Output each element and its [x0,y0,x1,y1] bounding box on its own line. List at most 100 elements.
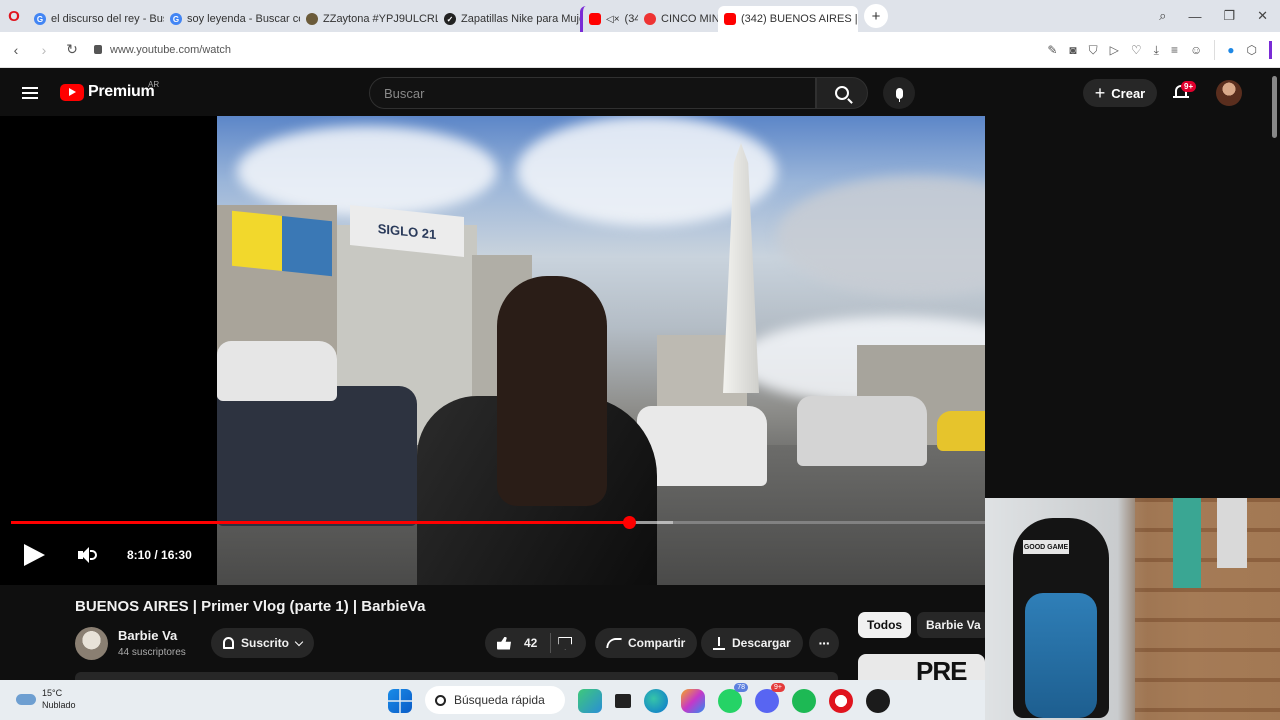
profile-icon[interactable]: ☺ [1190,43,1202,57]
copilot-icon[interactable] [681,689,705,713]
play-icon[interactable] [24,544,45,566]
browser-tab[interactable]: G el discurso del rey - Busca [28,6,164,32]
opera-icon[interactable] [829,689,853,713]
search-input[interactable] [370,78,815,108]
cloud-shape [237,126,497,216]
chevron-down-icon [294,637,304,646]
car-shape [797,396,927,466]
weather-widget[interactable]: 15°C Nublado [16,687,76,711]
plus-icon: + [1094,83,1106,103]
game-icon [306,13,318,25]
channel-name[interactable]: Barbie Va [118,628,177,643]
progress-fill [11,521,629,524]
billboard-image [232,210,332,277]
player-icon[interactable]: ▷ [1110,43,1119,57]
whatsapp-icon[interactable]: 78 [718,683,748,713]
hamburger-menu-icon[interactable] [22,87,38,99]
description-box[interactable] [75,672,838,680]
search-button[interactable] [816,77,868,109]
cloud-shape [777,176,985,296]
windows-start-icon[interactable] [388,689,412,713]
taskbar-search[interactable]: Búsqueda rápida [425,686,565,714]
sync-icon[interactable]: ● [1227,43,1234,57]
download-button[interactable]: Descargar [701,628,803,658]
minimize-icon[interactable]: — [1188,9,1201,24]
video-player[interactable]: SIGLO 21 8:10 / 16:30 [0,116,985,585]
recommended-video-thumbnail[interactable]: PRE [858,654,985,680]
close-icon[interactable]: ✕ [1257,8,1268,24]
share-button[interactable]: Compartir [595,628,698,658]
camera-icon[interactable]: ◙ [1069,43,1076,57]
browser-tab-pinned[interactable]: ◁× (342) [580,6,638,32]
notifications-badge: 9+ [1181,81,1197,92]
download-icon [713,636,725,650]
nike-icon: ✓ [444,13,456,25]
chip-todos[interactable]: Todos [858,612,912,638]
tab-title: (342) [624,13,638,25]
address-bar: ‹ › ↻ www.youtube.com/watch ✎ ◙ ⛉ ▷ ♡ ⤓ … [0,32,1280,68]
divider [550,633,552,653]
heart-icon[interactable]: ♡ [1131,43,1142,57]
create-button[interactable]: + Crear [1083,79,1157,107]
mute-icon[interactable]: ◁× [606,14,620,25]
taskbar-search-text: Búsqueda rápida [454,693,545,707]
cube-icon[interactable]: ⬡ [1247,43,1257,57]
tab-title: soy leyenda - Buscar con G [187,13,300,25]
task-view-icon[interactable] [615,694,631,708]
whatsapp-badge: 78 [734,683,748,692]
scrollbar-thumb[interactable] [1272,76,1277,138]
youtube-logo[interactable]: Premium [60,83,155,101]
youtube-icon [724,13,736,25]
like-icon[interactable] [497,636,511,650]
like-count[interactable]: 42 [524,636,537,650]
url-text: www.youtube.com/watch [110,43,232,56]
widgets-icon[interactable] [578,689,602,713]
url-field[interactable]: www.youtube.com/watch [94,44,231,56]
tab-title: CINCO MINU [661,13,718,25]
progress-bar[interactable] [11,516,985,529]
record-icon [644,13,656,25]
forward-icon[interactable]: › [30,42,58,58]
browser-tab[interactable]: ✓ Zapatillas Nike para Mujer [438,6,580,32]
back-icon[interactable]: ‹ [2,42,30,58]
shield-icon[interactable]: ⛉ [1089,43,1098,58]
browser-tab[interactable]: G soy leyenda - Buscar con G [164,6,300,32]
discord-icon[interactable]: 9+ [755,683,785,713]
new-tab-button[interactable]: + [864,4,888,28]
edit-icon[interactable]: ✎ [1047,43,1057,57]
taxi-shape [937,411,985,451]
chip-barbie-va[interactable]: Barbie Va [917,612,990,638]
hanging-cloth-shape [1217,498,1247,568]
share-label: Compartir [628,636,686,650]
scrubber-handle[interactable] [622,516,636,529]
account-avatar[interactable] [1216,80,1242,106]
restore-icon[interactable]: ❐ [1223,8,1235,24]
voice-search-button[interactable] [883,77,915,109]
subscribed-label: Suscrito [241,636,290,650]
spotify-icon[interactable] [792,689,816,713]
edge-icon[interactable] [644,689,668,713]
browser-tab-active[interactable]: (342) BUENOS AIRES | Prim [718,6,858,32]
opera-logo-icon[interactable]: O [0,0,28,32]
microphone-icon [895,87,903,102]
reload-icon[interactable]: ↻ [58,41,86,58]
menu-icon[interactable]: ≡ [1171,43,1178,57]
weather-description: Nublado [42,700,76,710]
video-frame: SIGLO 21 [217,116,985,585]
bell-icon [223,637,234,649]
channel-avatar[interactable] [75,627,108,660]
taskbar-apps: Búsqueda rápida 78 9+ [388,683,890,714]
app-icon[interactable] [866,689,890,713]
download-icon[interactable]: ⤓ [1154,43,1159,58]
google-icon: G [34,13,46,25]
subscribed-button[interactable]: Suscrito [211,628,315,658]
address-bar-tools: ✎ ◙ ⛉ ▷ ♡ ⤓ ≡ ☺ ● ⬡ [1047,32,1272,68]
dislike-icon[interactable] [558,636,573,650]
browser-tab[interactable]: CINCO MINU [638,6,718,32]
download-label: Descargar [732,636,791,650]
volume-icon[interactable] [78,547,98,563]
share-icon [606,638,622,648]
more-actions-icon[interactable]: ··· [809,628,839,658]
search-tabs-icon[interactable]: ⌕ [1159,8,1166,24]
browser-tab[interactable]: ZZaytona #YPJ9ULCRL Cla [300,6,438,32]
